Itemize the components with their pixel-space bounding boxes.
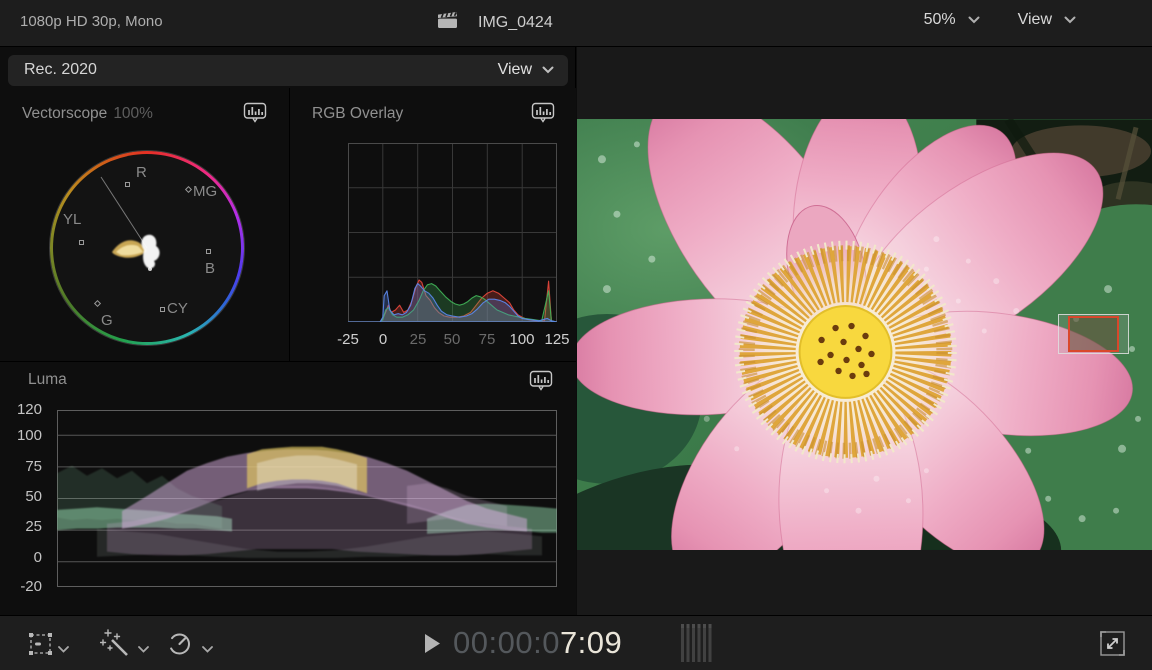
rgb-xtick: 100 <box>502 331 542 348</box>
zoom-level-value: 50% <box>924 11 956 29</box>
vectorscope-target-cy: CY <box>167 300 188 317</box>
final-cut-viewer-window: 1080p HD 30p, Mono IMG_0424 50% View Rec… <box>0 0 1152 670</box>
rgb-xtick: 125 <box>537 331 577 348</box>
audio-meters[interactable] <box>681 623 714 668</box>
format-info: 1080p HD 30p, Mono <box>20 13 163 30</box>
clip-title: IMG_0424 <box>478 14 553 32</box>
vectorscope-scale: 100% <box>113 105 153 122</box>
luma-ytick: 120 <box>0 401 48 418</box>
chevron-down-icon <box>138 640 149 658</box>
timecode-display[interactable]: 00:00:07:09 <box>453 625 622 661</box>
fullscreen-expand-button[interactable] <box>1099 630 1126 662</box>
timecode-leading: 00:00:0 <box>453 625 560 660</box>
vectorscope-target-g: G <box>101 312 113 329</box>
chevron-down-icon <box>968 16 980 24</box>
zoom-navigator-frame <box>1068 316 1119 352</box>
rgb-overlay-title: RGB Overlay <box>312 105 403 123</box>
viewer-view-menu[interactable]: View <box>1018 11 1076 29</box>
rgb-xtick: 75 <box>467 331 507 348</box>
scopes-header-bar: Rec. 2020 View <box>8 55 568 86</box>
vectorscope-panel: Vectorscope100% R MG B CY G <box>0 88 290 362</box>
luma-ytick: 25 <box>0 518 48 535</box>
rgb-overlay-settings-button[interactable] <box>531 102 555 124</box>
luma-ytick: 50 <box>0 488 48 505</box>
rgb-overlay-panel: RGB Overlay -25 0 25 50 75 100 <box>290 88 576 362</box>
timecode-current: 7:09 <box>560 625 622 660</box>
chevron-down-icon <box>542 66 554 74</box>
vectorscope-title: Vectorscope100% <box>22 105 153 123</box>
zoom-navigator-overlay[interactable] <box>1058 314 1129 354</box>
vectorscope-target-yl: YL <box>63 211 81 228</box>
enhancements-wand-menu-button[interactable] <box>100 628 134 665</box>
clapperboard-icon <box>437 11 458 35</box>
target-box-yl <box>79 240 84 245</box>
viewer-top-bar: 1080p HD 30p, Mono IMG_0424 50% View <box>0 0 1152 47</box>
rgb-xtick: 0 <box>363 331 403 348</box>
luma-settings-button[interactable] <box>529 370 553 392</box>
rgb-xtick: -25 <box>328 331 368 348</box>
luma-ytick: 75 <box>0 458 48 475</box>
luma-waveform <box>57 410 557 587</box>
luma-title: Luma <box>28 371 67 389</box>
target-box-r <box>125 182 130 187</box>
luma-ytick: -20 <box>0 578 48 595</box>
rgb-xtick: 50 <box>432 331 472 348</box>
vectorscope-target-r: R <box>136 164 147 181</box>
scopes-view-menu[interactable]: View <box>498 61 554 79</box>
vectorscope-trace <box>50 151 244 345</box>
transport-bar: 00:00:07:09 <box>0 615 1152 670</box>
clip-title-group: IMG_0424 <box>437 11 553 35</box>
target-box-cy <box>160 307 165 312</box>
luma-ytick: 0 <box>0 549 48 566</box>
scopes-view-label: View <box>498 61 532 79</box>
chevron-down-icon <box>202 640 213 658</box>
viewer-view-label: View <box>1018 11 1052 29</box>
color-space-label: Rec. 2020 <box>24 61 97 79</box>
rgb-histogram <box>348 143 557 322</box>
top-bar-menus: 50% View <box>924 11 1076 29</box>
target-box-b <box>206 249 211 254</box>
chevron-down-icon <box>58 640 69 658</box>
retime-speedometer-menu-button[interactable] <box>166 631 193 662</box>
luma-ytick: 100 <box>0 427 48 444</box>
luma-panel: Luma 120 100 75 50 25 0 -20 <box>0 362 576 615</box>
video-scopes-pane: Rec. 2020 View Vectorscope100% <box>0 47 576 615</box>
viewer-pane <box>577 47 1152 615</box>
main-area: Rec. 2020 View Vectorscope100% <box>0 47 1152 615</box>
play-button[interactable] <box>424 633 441 659</box>
zoom-level-menu[interactable]: 50% <box>924 11 980 29</box>
vectorscope-target-mg: MG <box>193 183 217 200</box>
vectorscope-settings-button[interactable] <box>243 102 267 124</box>
chevron-down-icon <box>1064 16 1076 24</box>
vectorscope-target-b: B <box>205 260 215 277</box>
transform-overlay-menu-button[interactable] <box>28 632 54 661</box>
